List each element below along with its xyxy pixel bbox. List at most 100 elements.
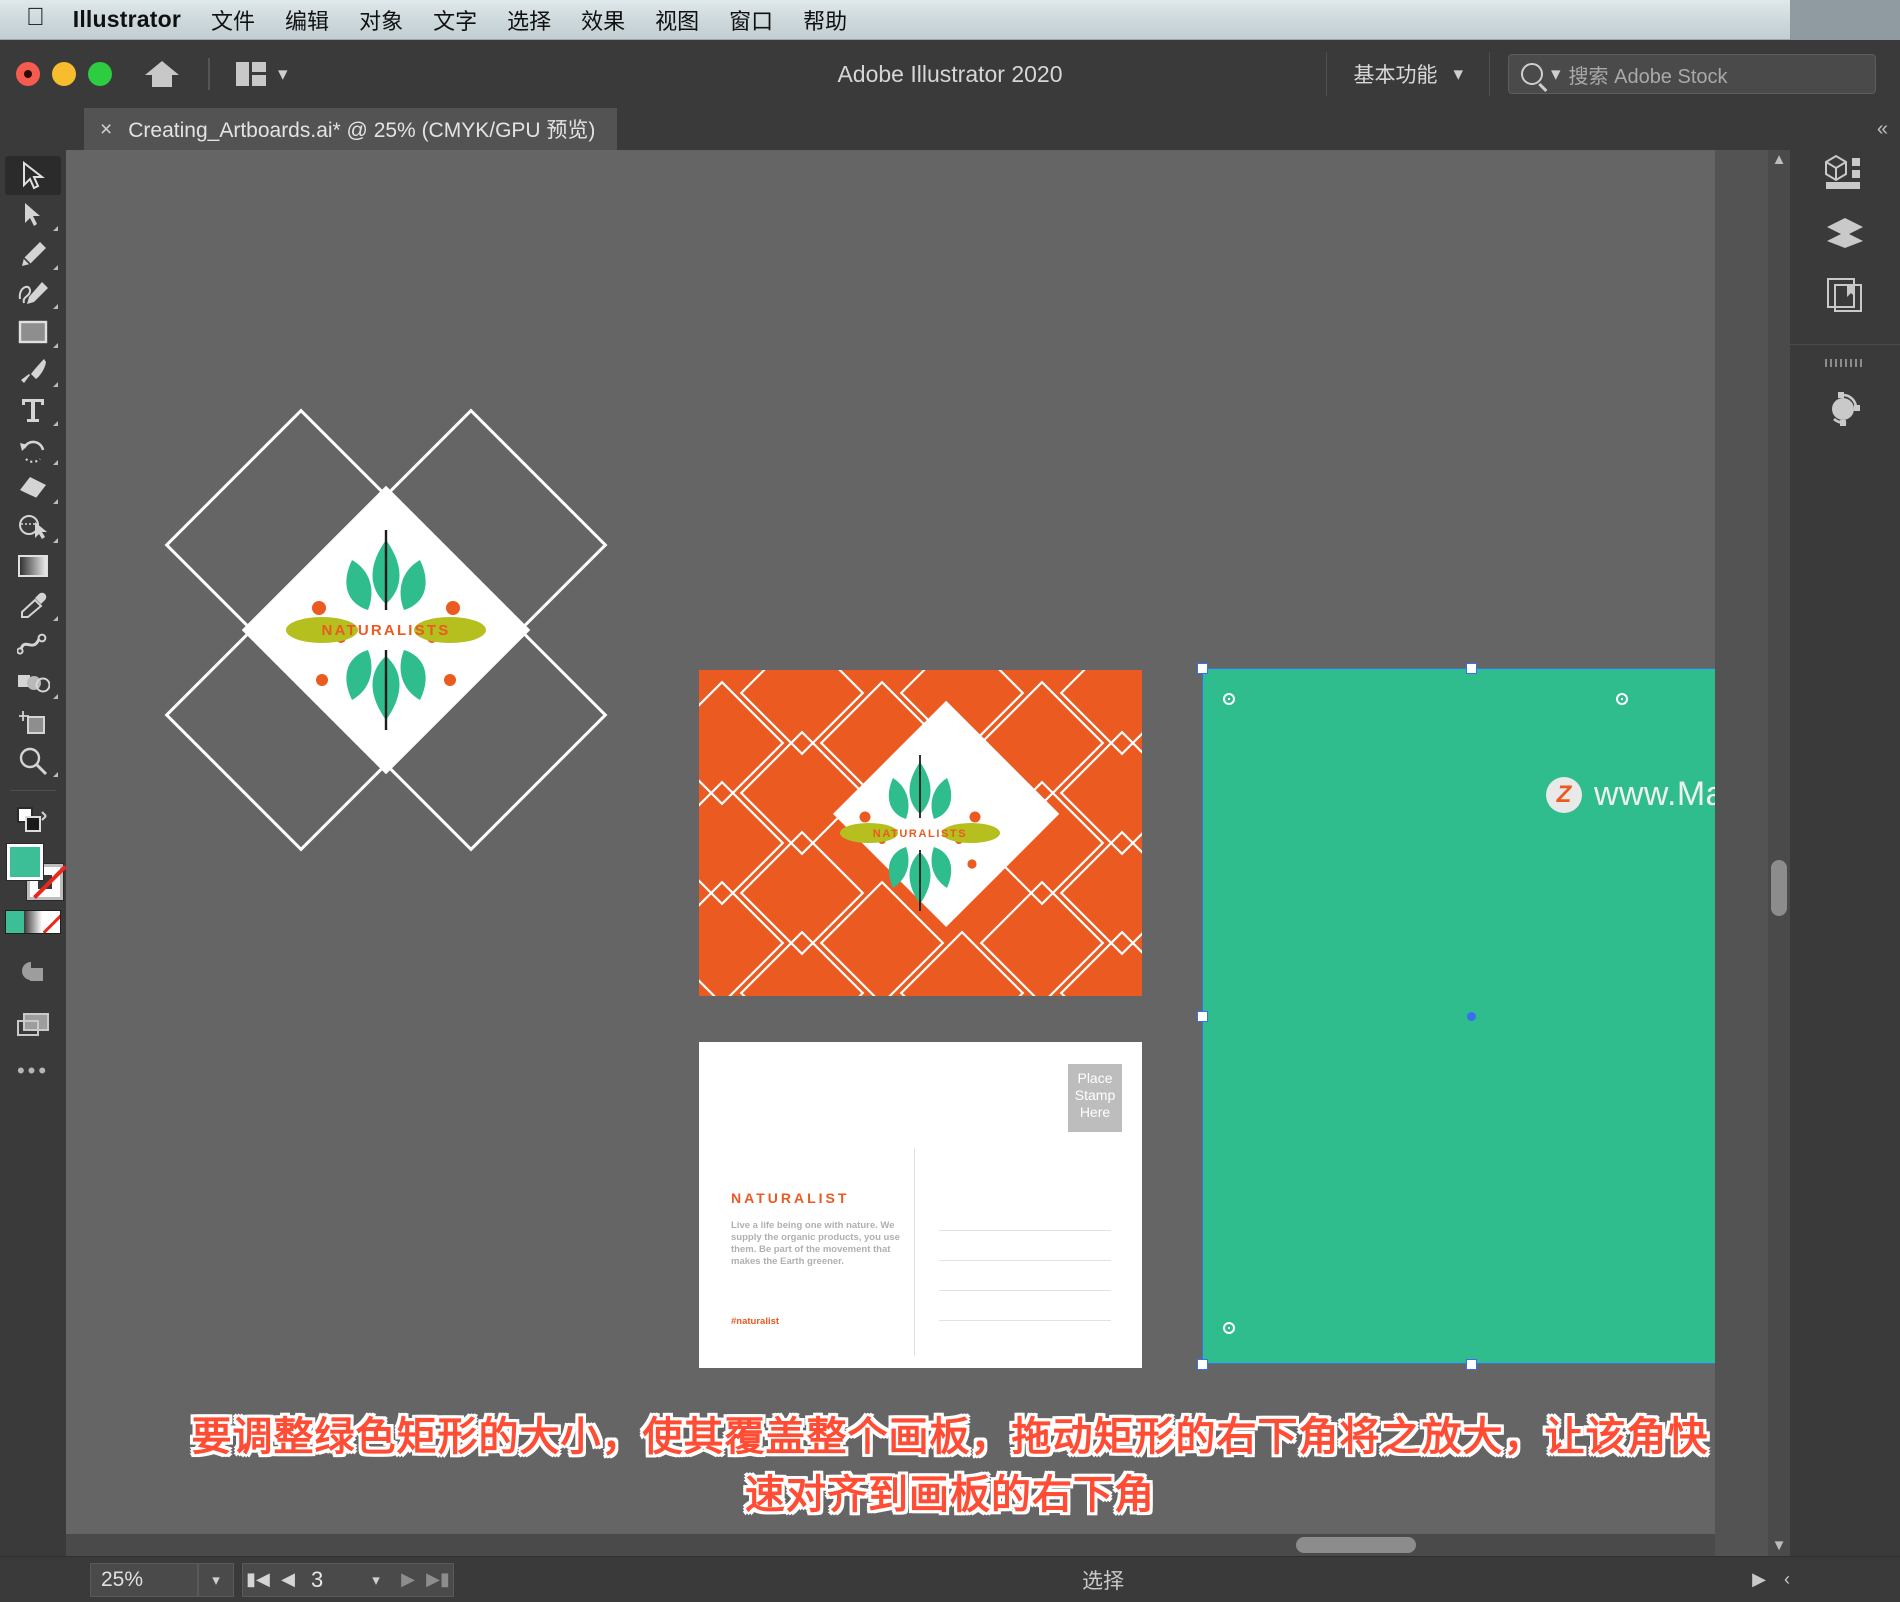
home-icon[interactable] [144,59,180,89]
rotate-tool[interactable] [5,429,61,468]
tool-flyout-indicator [53,382,58,387]
first-artboard-icon[interactable]: ▮◀ [243,1569,273,1590]
arrange-documents-icon [236,62,266,86]
tool-flyout-indicator [53,460,58,465]
tool-flyout-indicator [53,421,58,426]
layers-panel-icon[interactable] [1790,202,1900,264]
type-tool[interactable] [5,390,61,429]
search-input[interactable]: ▾ 搜索 Adobe Stock [1508,54,1876,94]
apple-logo-icon[interactable]:  [26,5,45,30]
eyedropper-tool[interactable] [5,585,61,624]
tutorial-caption: 要调整绿色矩形的大小，使其覆盖整个画板，拖动矩形的右下角将之放大，让该角快 速对… [0,1408,1900,1524]
artboard-navigation[interactable]: ▮◀ ◀ 3 ▾ ▶ ▶▮ [242,1562,454,1597]
menu-app-name[interactable]: Illustrator [73,6,181,33]
pen-tool[interactable] [5,234,61,273]
libraries-panel-icon[interactable] [1790,264,1900,326]
chevron-down-icon: ▾ [278,63,288,85]
canvas-vertical-scrollbar[interactable]: ▲ ▼ [1768,150,1790,1556]
postcard-artboard[interactable]: Place Stamp Here NATURALIST Live a life … [699,1042,1142,1368]
logo-brand-text: NATURALISTS [322,622,451,639]
postcard-hashtag: #naturalist [731,1316,780,1327]
status-prev-icon[interactable]: ‹ [1784,1569,1790,1590]
gradient-swatch-button[interactable] [24,911,42,933]
canvas-horizontal-scrollbar[interactable] [66,1534,1715,1556]
more-tools-button[interactable]: ••• [0,1058,66,1084]
zoom-level-value: 25% [101,1567,144,1591]
selection-tool[interactable] [5,156,61,195]
orange-card-artboard[interactable]: NATURALISTS [659,630,1185,1056]
color-swatch-button[interactable] [6,911,24,933]
zoom-level-field[interactable]: 25% [90,1562,198,1597]
collapse-panels-icon[interactable]: « [1877,118,1888,141]
logo-artboard[interactable]: NATURALISTS [136,380,636,880]
tool-flyout-indicator [53,772,58,777]
tool-flyout-indicator [53,616,58,621]
caption-line-1: 要调整绿色矩形的大小，使其覆盖整个画板，拖动矩形的右下角将之放大，让该角快 [191,1415,1709,1459]
watermark: Z www.MacZ.com [1546,775,1715,814]
menu-item-window[interactable]: 窗口 [729,4,773,36]
chevron-down-icon[interactable]: ▾ [359,1571,393,1589]
curvature-tool[interactable] [5,273,61,312]
gradient-tool[interactable] [5,546,61,585]
header-divider [208,58,210,90]
chevron-down-icon: ▾ [1453,63,1463,85]
scroll-down-icon[interactable]: ▼ [1772,1536,1787,1556]
none-swatch-button[interactable] [42,911,60,933]
postcard-address-line [939,1320,1111,1321]
shape-effects-panel-icon[interactable] [1790,377,1900,439]
menu-bar-right-region [1790,0,1900,40]
menu-item-file[interactable]: 文件 [211,4,255,36]
menu-item-select[interactable]: 选择 [507,4,551,36]
last-artboard-icon[interactable]: ▶▮ [423,1569,453,1590]
swap-fill-stroke-icon[interactable] [5,801,61,840]
close-icon[interactable]: × [100,119,112,140]
rectangle-tool[interactable] [5,312,61,351]
document-tab[interactable]: × Creating_Artboards.ai* @ 25% (CMYK/GPU… [84,108,618,150]
next-artboard-icon[interactable]: ▶ [393,1569,423,1590]
caption-line-2: 速对齐到画板的右下角 [745,1473,1155,1517]
window-minimize-button[interactable] [52,62,76,86]
menu-item-object[interactable]: 对象 [359,4,403,36]
status-bar-right-group: ▶ ‹ [1752,1569,1900,1590]
menu-item-edit[interactable]: 编辑 [285,4,329,36]
prev-artboard-icon[interactable]: ◀ [273,1569,303,1590]
workspace-switcher[interactable]: 基本功能 ▾ [1327,59,1489,89]
place-stamp-here-box: Place Stamp Here [1068,1064,1122,1132]
artboard-tool[interactable] [5,702,61,741]
zoom-tool[interactable] [5,741,61,780]
horizontal-scroll-thumb[interactable] [1296,1537,1416,1553]
color-mode-buttons[interactable] [5,910,61,934]
direct-selection-tool[interactable] [5,195,61,234]
header-divider-3 [1489,52,1490,96]
panel-group-2-drag-handle[interactable] [1825,359,1865,367]
postcard-text-block: NATURALIST Live a life being one with na… [731,1190,911,1327]
menu-item-type[interactable]: 文字 [433,4,477,36]
canvas-area[interactable]: NATURALISTS NATURALISTS Place Stamp Here… [66,150,1715,1556]
menu-item-view[interactable]: 视图 [655,4,699,36]
blend-tool[interactable] [5,624,61,663]
fill-stroke-swatches[interactable] [5,844,63,902]
fill-swatch[interactable] [7,844,43,880]
postcard-body-text: Live a life being one with nature. We su… [731,1220,900,1267]
window-zoom-button[interactable] [88,62,112,86]
menu-item-effect[interactable]: 效果 [581,4,625,36]
shape-builder-tool[interactable] [5,507,61,546]
draw-mode-icon[interactable] [5,952,61,991]
vertical-scroll-thumb[interactable] [1771,860,1787,916]
search-icon [1521,63,1543,85]
screen-mode-icon[interactable] [5,1005,61,1044]
arrange-documents-button[interactable]: ▾ [236,62,288,86]
symbol-sprayer-tool[interactable] [5,663,61,702]
macos-menu-bar:  Illustrator 文件 编辑 对象 文字 选择 效果 视图 窗口 帮助 [0,0,1900,40]
scroll-up-icon[interactable]: ▲ [1772,150,1787,170]
status-next-icon[interactable]: ▶ [1752,1569,1766,1590]
zoom-level-dropdown[interactable]: ▾ [198,1562,234,1597]
eraser-tool[interactable] [5,468,61,507]
green-rectangle-artboard[interactable] [1202,668,1715,1364]
window-close-button[interactable] [16,62,40,86]
stamp-line-1: Place [1077,1070,1113,1086]
artboard-number-field[interactable]: 3 [303,1567,359,1593]
menu-item-help[interactable]: 帮助 [803,4,847,36]
tools-divider [10,790,56,791]
paintbrush-tool[interactable] [5,351,61,390]
